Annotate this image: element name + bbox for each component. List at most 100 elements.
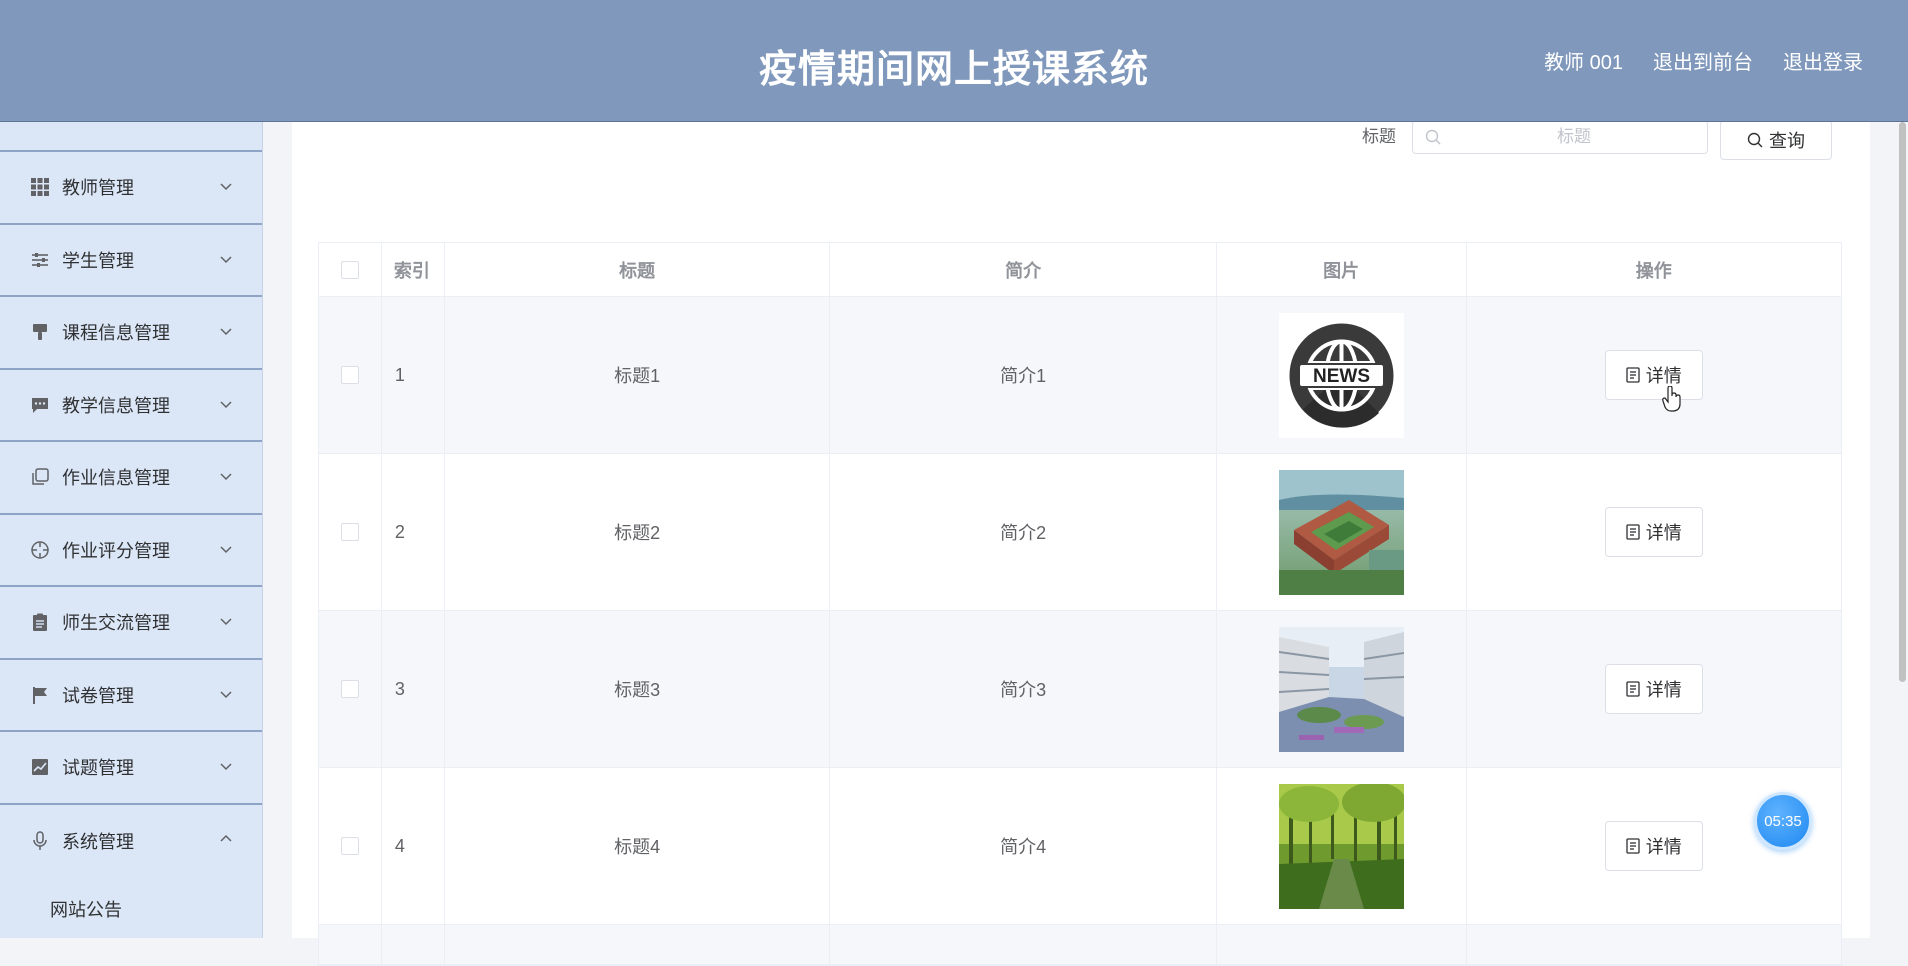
logout-link[interactable]: 退出登录: [1783, 46, 1863, 75]
header-links: 教师 001 退出到前台 退出登录: [1544, 46, 1863, 75]
row-image-cell: [1217, 925, 1467, 964]
row-select-cell: [319, 611, 382, 767]
sidebar-item-partial[interactable]: [0, 122, 262, 152]
chevron-down-icon: [220, 255, 232, 263]
row-intro: 简介1: [830, 297, 1217, 453]
sidebar-item-homework[interactable]: 作业信息管理: [0, 442, 262, 515]
back-to-front-link[interactable]: 退出到前台: [1653, 46, 1753, 75]
column-header-index[interactable]: 索引: [382, 243, 445, 296]
row-checkbox[interactable]: [340, 680, 359, 698]
courtyard-image[interactable]: [1278, 626, 1404, 752]
sidebar-item-communication[interactable]: 师生交流管理: [0, 587, 262, 660]
document-icon: [1626, 838, 1640, 854]
row-checkbox[interactable]: [340, 837, 359, 855]
campus-aerial-image[interactable]: [1278, 469, 1404, 595]
clipboard-icon: [30, 612, 50, 632]
select-all-checkbox[interactable]: [340, 260, 359, 279]
row-select-cell: [319, 454, 382, 610]
select-all-cell: [319, 243, 382, 296]
row-action-cell: [1467, 925, 1842, 964]
page-scrollbar[interactable]: [1899, 122, 1906, 682]
sidebar-item-teacher[interactable]: 教师管理: [0, 152, 262, 225]
detail-button[interactable]: 详情: [1604, 350, 1703, 400]
top-header: 疫情期间网上授课系统 教师 001 退出到前台 退出登录: [0, 0, 1908, 122]
column-header-intro[interactable]: 简介: [830, 243, 1217, 296]
row-action-cell: 详情: [1467, 454, 1842, 610]
row-intro: [830, 925, 1217, 964]
detail-button-label: 详情: [1645, 837, 1682, 857]
document-icon: [1626, 681, 1640, 697]
chevron-down-icon: [220, 328, 232, 336]
search-button[interactable]: 查询: [1720, 120, 1832, 160]
hand-cursor-icon: [1662, 386, 1681, 412]
table-row: [319, 925, 1841, 965]
brush-icon: [30, 322, 50, 342]
sidebar-item-label: 作业信息管理: [62, 468, 170, 489]
sidebar-item-course[interactable]: 课程信息管理: [0, 297, 262, 370]
row-action-cell: 详情: [1467, 611, 1842, 767]
sidebar-item-label: 教师管理: [62, 178, 134, 199]
table-row: 1 标题1 简介1 NEWS 详情: [319, 297, 1841, 454]
user-name-link[interactable]: 教师 001: [1544, 46, 1623, 75]
row-title: [445, 925, 831, 964]
row-image-cell: [1217, 768, 1467, 924]
row-select-cell: [319, 297, 382, 453]
detail-button[interactable]: 详情: [1604, 664, 1703, 714]
row-action-cell: 详情: [1467, 297, 1842, 453]
forest-path-image[interactable]: [1278, 783, 1404, 909]
sidebar-item-label: 试卷管理: [62, 685, 134, 706]
sidebar-item-teaching[interactable]: 教学信息管理: [0, 370, 262, 442]
sidebar-item-system[interactable]: 系统管理: [0, 805, 262, 878]
detail-button[interactable]: 详情: [1604, 507, 1703, 557]
svg-text:NEWS: NEWS: [1313, 366, 1370, 387]
row-index: 1: [382, 297, 445, 453]
table-row: 2 标题2 简介2 详情: [319, 454, 1841, 611]
sidebar-item-label: 系统管理: [62, 831, 134, 852]
row-title: 标题4: [445, 768, 831, 924]
row-index: 4: [382, 768, 445, 924]
column-header-title[interactable]: 标题: [445, 243, 831, 296]
chevron-down-icon: [220, 618, 232, 626]
flag-icon: [30, 685, 50, 705]
row-select-cell: [319, 768, 382, 924]
sliders-icon: [30, 250, 50, 270]
sidebar-item-questions[interactable]: 试题管理: [0, 732, 262, 805]
column-header-image[interactable]: 图片: [1217, 243, 1467, 296]
main-content: 标题 查询 索引 标题 简介 图片 操作 1 标题1 简介1: [292, 120, 1870, 966]
chevron-down-icon: [220, 763, 232, 771]
row-image-cell: [1217, 454, 1467, 610]
sidebar-item-label: 教学信息管理: [62, 395, 170, 416]
search-label: 标题: [1362, 127, 1396, 146]
sidebar-item-exam-paper[interactable]: 试卷管理: [0, 660, 262, 732]
search-icon: [1425, 129, 1441, 145]
chevron-down-icon: [220, 183, 232, 191]
search-icon: [1747, 132, 1763, 148]
search-input[interactable]: [1449, 121, 1699, 153]
row-checkbox[interactable]: [340, 366, 359, 384]
sidebar-subitem-notice[interactable]: 网站公告: [0, 877, 262, 938]
notice-table: 索引 标题 简介 图片 操作 1 标题1 简介1 NEWS 详情 2 标题2 简…: [318, 242, 1842, 966]
crosshair-icon: [30, 540, 50, 560]
sidebar-item-label: 师生交流管理: [62, 613, 170, 634]
floating-timer[interactable]: 05:35: [1754, 792, 1812, 850]
row-select-cell: [319, 925, 382, 964]
copy-icon: [30, 467, 50, 487]
microphone-icon: [30, 831, 50, 851]
detail-button[interactable]: 详情: [1604, 821, 1703, 871]
detail-button-label: 详情: [1645, 680, 1682, 700]
sidebar-item-grading[interactable]: 作业评分管理: [0, 515, 262, 587]
news-globe-image[interactable]: NEWS: [1278, 312, 1404, 438]
sidebar-item-label: 试题管理: [62, 758, 134, 779]
detail-button-label: 详情: [1645, 523, 1682, 543]
document-icon: [1626, 524, 1640, 540]
chevron-down-icon: [220, 690, 232, 698]
chevron-down-icon: [220, 473, 232, 481]
row-title: 标题1: [445, 297, 831, 453]
search-field[interactable]: [1412, 120, 1708, 154]
sidebar-item-student[interactable]: 学生管理: [0, 225, 262, 297]
table-header: 索引 标题 简介 图片 操作: [319, 243, 1841, 297]
row-index: 2: [382, 454, 445, 610]
sidebar-menu: 教师管理 学生管理 课程信息管理 教学信息管理 作业信息管理 作业评分管理 师生…: [0, 122, 263, 938]
row-checkbox[interactable]: [340, 523, 359, 541]
chevron-down-icon: [220, 400, 232, 408]
